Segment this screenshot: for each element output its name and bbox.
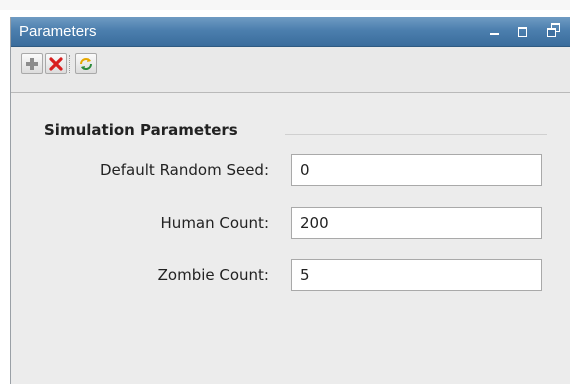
maximize-icon[interactable] [517,21,529,39]
zombie-count-field[interactable]: 5 [291,259,542,291]
panel-toolbar [11,47,570,93]
toolbar-separator [69,55,71,73]
plus-icon [26,58,38,70]
section-title: Simulation Parameters [44,121,244,139]
default-random-seed-label: Default Random Seed: [100,161,269,179]
section-divider [285,134,547,135]
refresh-arrows-icon [80,58,92,70]
default-random-seed-field[interactable]: 0 [291,154,542,186]
panel-title: Parameters [19,23,97,40]
parameters-content: Simulation Parameters Default Random See… [11,93,570,384]
refresh-button[interactable] [75,53,97,74]
remove-button[interactable] [45,53,67,74]
add-button[interactable] [21,53,43,74]
top-strip [0,0,570,10]
zombie-count-label: Zombie Count: [157,266,269,284]
restore-icon[interactable] [547,21,565,39]
human-count-label: Human Count: [160,214,269,232]
parameters-panel: Parameters Simulation Parameters Default… [10,17,570,384]
panel-titlebar[interactable]: Parameters [11,17,570,47]
human-count-field[interactable]: 200 [291,207,542,239]
red-x-icon [49,57,63,71]
minimize-icon[interactable] [489,21,501,39]
